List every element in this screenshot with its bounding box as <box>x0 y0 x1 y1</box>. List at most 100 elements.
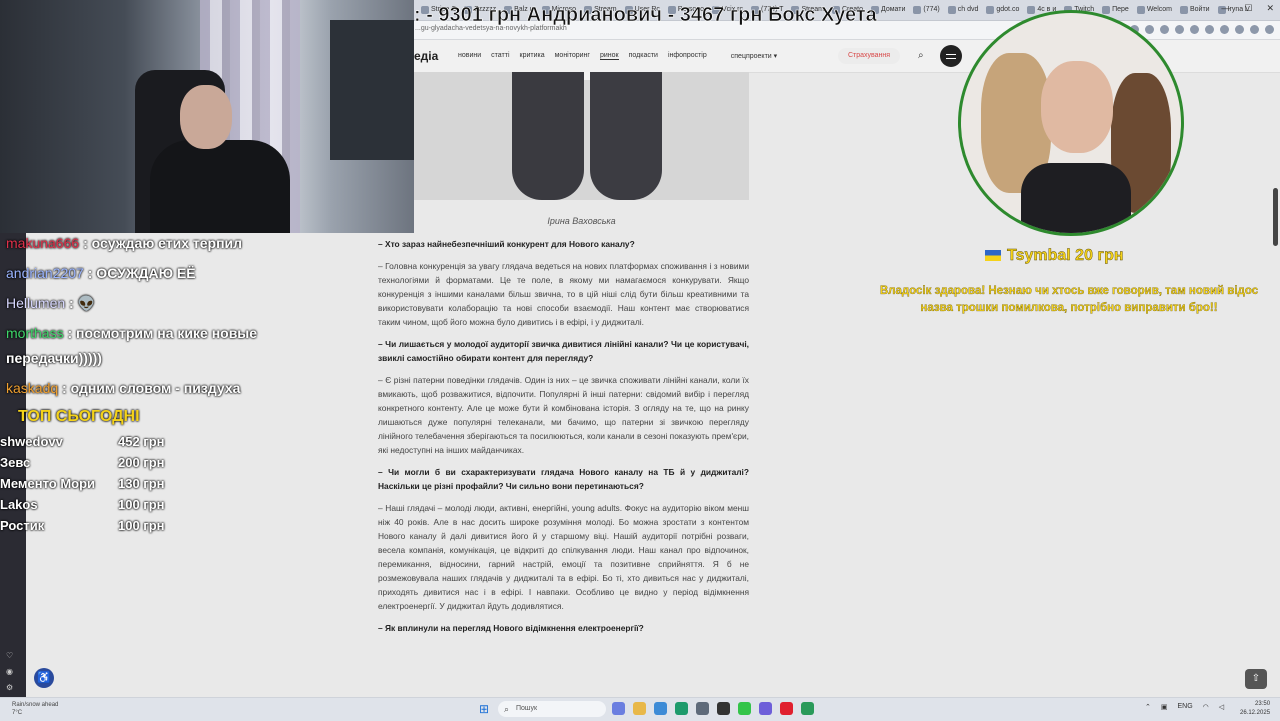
taskbar: Rain/snow ahead 7°C ⊞ Пошук ⌃ ▣ ENG ◠ ◁ … <box>0 697 1280 721</box>
interview-answer: – Головна конкуренція за увагу глядача в… <box>378 261 749 327</box>
app-icon[interactable] <box>654 702 667 715</box>
chat-text: : посмотрим на кике новые <box>67 325 258 341</box>
opera-icon[interactable] <box>780 702 793 715</box>
weather-temp: 7°C <box>12 710 23 716</box>
nav-link[interactable]: подкасти <box>629 52 658 60</box>
clock[interactable]: 23:50 26.12.2025 <box>1240 700 1270 718</box>
tray-arrow-icon[interactable]: ⌃ <box>1145 703 1151 711</box>
tab-label: Welcom <box>1146 6 1172 13</box>
accessibility-icon[interactable]: ♿ <box>34 668 54 688</box>
donation-alert-image <box>958 10 1184 236</box>
donation-alert-message: Владосік здарова! Незнаю чи хтось вже го… <box>879 285 1259 314</box>
taskbar-search[interactable]: Пошук <box>498 701 606 717</box>
nav-link[interactable]: ринок <box>599 52 619 60</box>
article-photo <box>414 72 749 200</box>
minimize-icon[interactable]: — <box>1221 3 1230 14</box>
extension-icon[interactable] <box>1175 25 1184 34</box>
nav-link[interactable]: новини <box>458 52 481 60</box>
donor-amount: 100 грн <box>118 497 165 512</box>
weather-text: Rain/snow ahead <box>12 702 59 708</box>
window-controls: — ☐ ✕ <box>1221 3 1274 14</box>
site-logo[interactable]: едіа <box>414 49 438 63</box>
nav-link[interactable]: критика <box>520 52 545 60</box>
app-icon[interactable] <box>612 702 625 715</box>
tab-label: Войти <box>1189 6 1210 13</box>
article-body: – Хто зараз найнебезпечніший конкурент д… <box>378 237 749 643</box>
interview-question: – Хто зараз найнебезпечніший конкурент д… <box>378 239 635 249</box>
interview-question: – Як вплинули на перегляд Нового відімкн… <box>378 623 644 633</box>
nav-link[interactable]: спецпроекти ▾ <box>731 52 777 60</box>
donor-amount: 130 грн <box>118 476 165 491</box>
tray-app-icon[interactable]: ▣ <box>1161 703 1168 711</box>
app-icon[interactable] <box>738 702 751 715</box>
chat-text: : осуждаю етих терпил <box>83 235 243 251</box>
nav-link[interactable]: статті <box>491 52 509 60</box>
donor-name: Ростик <box>0 518 45 533</box>
settings-icon[interactable]: ⚙ <box>6 680 13 696</box>
app-icon[interactable] <box>801 702 814 715</box>
chat-text: передачки))))) <box>6 350 102 366</box>
terminal-icon[interactable] <box>717 702 730 715</box>
extension-icon[interactable] <box>1190 25 1199 34</box>
weather-widget[interactable]: Rain/snow ahead 7°C <box>12 701 58 717</box>
extension-icon[interactable] <box>1235 25 1244 34</box>
edge-icon[interactable] <box>675 702 688 715</box>
photo-caption: Ірина Ваховська <box>547 216 616 226</box>
chat-username[interactable]: andrian2207 <box>6 265 88 281</box>
clock-time: 23:50 <box>1255 701 1271 707</box>
donor-amount: Tsymbal 20 грн <box>1007 247 1124 264</box>
search-icon[interactable]: ⌕ <box>918 50 924 61</box>
donor-amount: 200 грн <box>118 455 165 470</box>
chat-message: andrian2207 : ОСУЖДАЮ ЕЁ <box>6 265 196 281</box>
extension-icon[interactable] <box>1250 25 1259 34</box>
ukraine-flag-icon <box>985 250 1001 261</box>
windows-start-icon[interactable]: ⊞ <box>479 702 489 716</box>
tab-favicon-icon <box>1136 6 1145 14</box>
chat-side-icons: ♡ ◉ ⚙ <box>6 648 13 696</box>
donation-ticker: : - 9301 грн Андрианович - 3467 грн Бокс… <box>414 4 877 27</box>
language-indicator[interactable]: ENG <box>1178 703 1193 711</box>
chat-username[interactable]: Hellumen <box>6 295 69 311</box>
nav-link[interactable]: інфопростір <box>668 52 707 60</box>
eye-icon[interactable]: ◉ <box>6 664 13 680</box>
maximize-icon[interactable]: ☐ <box>1244 3 1252 14</box>
chat-message: Hellumen : 👽 <box>6 295 95 312</box>
donation-alert-title: Tsymbal 20 грн <box>985 247 1124 265</box>
app-icon[interactable] <box>696 702 709 715</box>
chat-username[interactable]: morthass <box>6 325 67 341</box>
pinned-apps <box>612 702 814 715</box>
donor-name: Мементо Мори <box>0 476 96 491</box>
top-donor-row: Мементо Мори 130 грн <box>0 476 180 491</box>
browser-tab[interactable]: Войти <box>1177 2 1213 18</box>
volume-icon[interactable]: ◁ <box>1219 703 1224 711</box>
extension-icon[interactable] <box>1205 25 1214 34</box>
clock-date: 26.12.2025 <box>1240 710 1271 716</box>
tab-favicon-icon <box>1179 6 1188 14</box>
scrollbar[interactable] <box>1273 188 1278 246</box>
folder-icon[interactable] <box>633 702 646 715</box>
nav-links: новини статті критика моніторинг ринок подкас… <box>458 52 777 60</box>
menu-icon[interactable] <box>940 45 962 67</box>
top-donor-row: Зевс 200 грн <box>0 455 180 470</box>
extension-icon[interactable] <box>1145 25 1154 34</box>
insurance-button[interactable]: Страхування <box>838 48 900 64</box>
chat-username[interactable]: makuna666 <box>6 235 83 251</box>
wifi-icon[interactable]: ◠ <box>1203 703 1209 711</box>
chat-message: передачки))))) <box>6 350 102 366</box>
extension-icon[interactable] <box>1265 25 1274 34</box>
heart-icon[interactable]: ♡ <box>6 648 13 664</box>
browser-tab[interactable]: Welcom <box>1134 2 1175 18</box>
close-icon[interactable]: ✕ <box>1266 3 1274 14</box>
extension-icon[interactable] <box>1160 25 1169 34</box>
extension-icons <box>1130 25 1280 34</box>
discord-icon[interactable] <box>759 702 772 715</box>
interview-answer: – Наші глядачі – молоді люди, активні, е… <box>378 503 749 611</box>
donor-amount: 452 грн <box>118 434 165 449</box>
webcam-feed <box>0 0 414 233</box>
chat-username[interactable]: kaskadq <box>6 380 62 396</box>
nav-link[interactable]: моніторинг <box>555 52 590 60</box>
scroll-to-top-button[interactable]: ⇧ <box>1245 669 1267 689</box>
chat-text: : одним словом - пиздуха <box>62 380 241 396</box>
top-donors-title: ТОП СЬОГОДНІ <box>18 408 140 425</box>
extension-icon[interactable] <box>1220 25 1229 34</box>
